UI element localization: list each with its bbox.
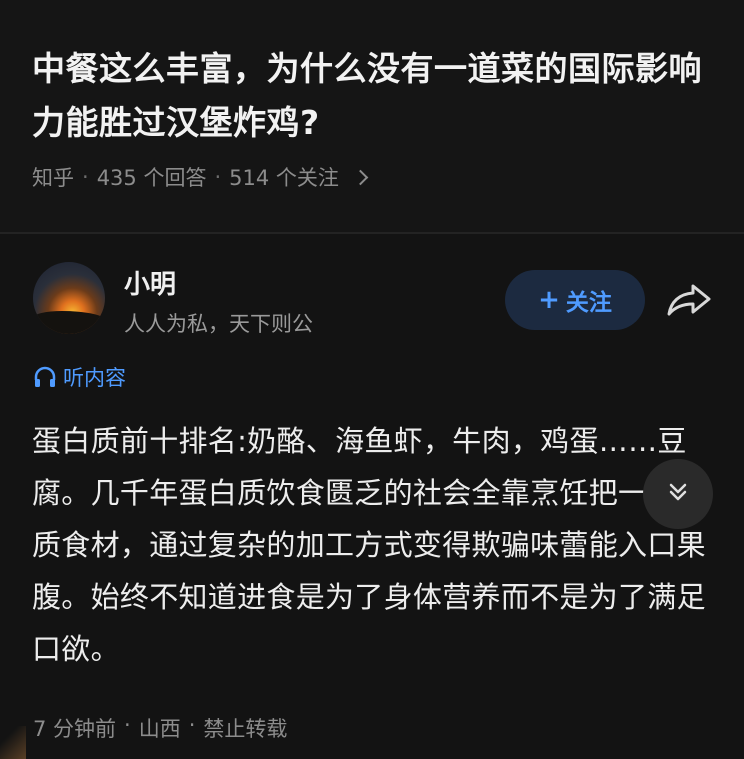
expand-button[interactable] <box>643 459 713 529</box>
corner-decoration <box>0 726 26 759</box>
source-label: 知乎 <box>32 166 74 190</box>
answer-body[interactable]: 蛋白质前十排名:奶酪、海鱼虾，牛肉，鸡蛋……豆腐。几千年蛋白质饮食匮乏的社会全靠… <box>32 415 722 675</box>
answer-meta: 7 分钟前 · 山西 · 禁止转载 <box>33 713 287 743</box>
copyright-label: 禁止转载 <box>203 717 288 741</box>
author-bio: 人人为私，天下则公 <box>124 312 313 336</box>
listen-button[interactable]: 听内容 <box>33 362 126 392</box>
followers-count: 514 个关注 <box>229 166 339 190</box>
question-meta[interactable]: 知乎 · 435 个回答 · 514 个关注 <box>32 162 369 192</box>
listen-label: 听内容 <box>63 366 126 390</box>
plus-icon: + <box>538 285 560 315</box>
chevron-right-icon[interactable] <box>352 169 369 185</box>
question-title[interactable]: 中餐这么丰富，为什么没有一道菜的国际影响力能胜过汉堡炸鸡? <box>32 42 722 150</box>
separator-dot: · <box>124 713 131 737</box>
author-name[interactable]: 小明 <box>124 264 176 301</box>
separator-dot: · <box>214 165 222 189</box>
follow-button[interactable]: + 关注 <box>505 270 645 330</box>
chevron-double-down-icon <box>665 479 691 509</box>
separator-dot: · <box>82 165 89 189</box>
headphones-icon <box>33 366 57 388</box>
answer-time: 7 分钟前 <box>33 717 117 741</box>
follow-button-label: 关注 <box>565 290 612 316</box>
share-icon[interactable] <box>665 280 713 320</box>
avatar[interactable] <box>33 262 105 334</box>
question-header: 中餐这么丰富，为什么没有一道菜的国际影响力能胜过汉堡炸鸡? 知乎 · 435 个… <box>0 0 744 232</box>
answers-count: 435 个回答 <box>96 166 207 190</box>
answer-location: 山西 <box>138 717 181 741</box>
separator-dot: · <box>188 713 196 737</box>
